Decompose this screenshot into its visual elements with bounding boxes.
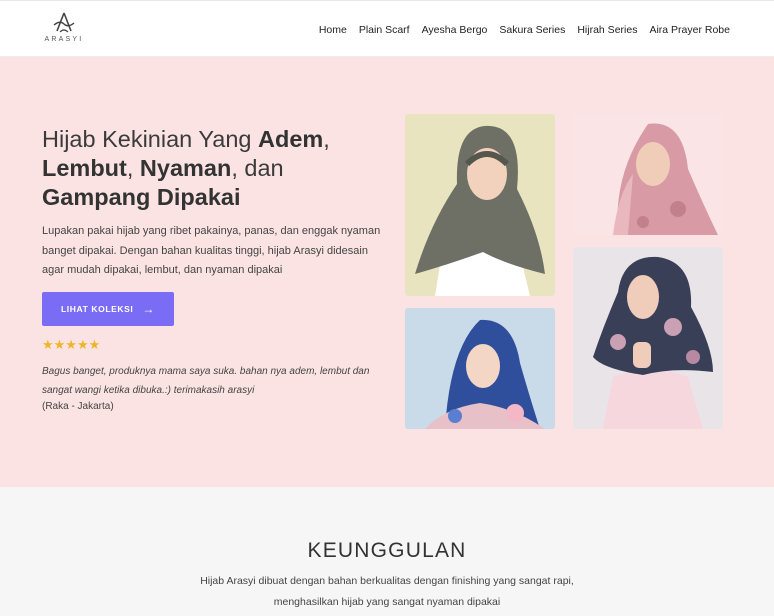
blue-floral-hijab-photo [405,308,555,429]
title-part: , [126,155,140,181]
title-part: Hijab Kekinian Yang [42,126,258,152]
nav-aira-prayer-robe[interactable]: Aira Prayer Robe [649,24,730,36]
title-emphasis: Adem [258,126,324,152]
lihat-koleksi-button[interactable]: LIHAT KOLEKSI → [42,292,174,326]
nav-plain-scarf[interactable]: Plain Scarf [359,24,410,36]
hero-description: Lupakan pakai hijab yang ribet pakainya,… [42,225,381,276]
logo-icon [53,12,75,33]
nav-home[interactable]: Home [319,24,347,36]
rating-stars: ★★★★★ [42,337,101,352]
testimonial-text: Bagus banget, produknya mama saya suka. … [42,366,370,396]
testimonial-author: (Raka - Jakarta) [42,401,114,412]
title-part: , dan [231,155,284,181]
cta-label: LIHAT KOLEKSI [61,304,134,314]
logo-text: ARASYI [44,36,84,43]
navy-floral-hijab-photo [573,247,723,429]
title-emphasis: Nyaman [139,155,232,181]
title-part: , [323,126,330,152]
nav-ayesha-bergo[interactable]: Ayesha Bergo [422,24,488,36]
nav-hijrah-series[interactable]: Hijrah Series [577,24,637,36]
features-text: Hijab Arasyi dibuat dengan bahan berkual… [200,575,574,608]
features-section: KEUNGGULAN Hijab Arasyi dibuat dengan ba… [0,487,774,616]
brand-logo[interactable]: ARASYI [44,11,84,51]
title-emphasis: Gampang Dipakai [42,184,241,210]
main-nav: Home Plain Scarf Ayesha Bergo Sakura Ser… [319,1,730,58]
olive-hijab-photo [405,114,555,296]
arrow-right-icon: → [142,302,155,316]
hero-title: Hijab Kekinian Yang Adem, Lembut, Nyaman,… [42,125,362,212]
nav-sakura-series[interactable]: Sakura Series [499,24,565,36]
pink-floral-hijab-photo [573,114,723,235]
title-emphasis: Lembut [42,155,127,181]
hero-section: Hijab Kekinian Yang Adem, Lembut, Nyaman,… [0,57,774,487]
features-heading: KEUNGGULAN [307,539,467,562]
site-header: ARASYI Home Plain Scarf Ayesha Bergo Sak… [0,0,774,57]
